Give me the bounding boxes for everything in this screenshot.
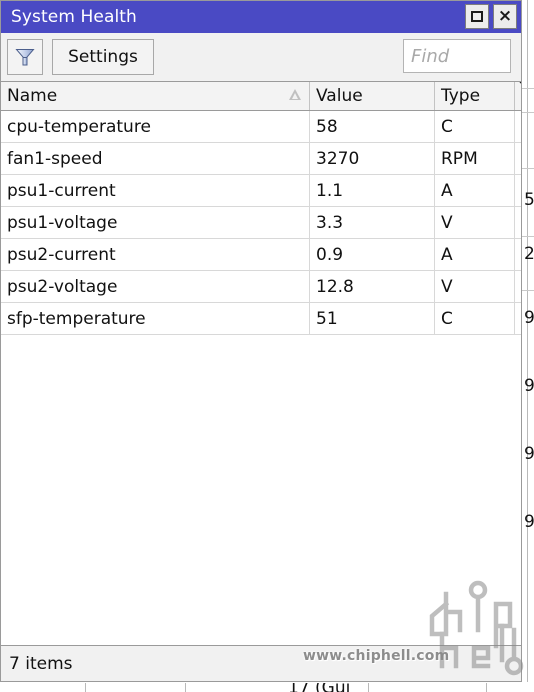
funnel-icon xyxy=(15,49,35,66)
column-header-name-label: Name xyxy=(7,86,58,106)
search-input[interactable] xyxy=(403,39,511,73)
background-fragment: 9 xyxy=(524,376,534,396)
column-menu-button[interactable] xyxy=(514,82,521,111)
table-body: cpu-temperature 58 C fan1-speed 3270 RPM… xyxy=(1,110,521,335)
cell-value: 12.8 xyxy=(309,270,435,303)
table-row[interactable]: psu2-voltage 12.8 V xyxy=(1,270,521,303)
system-health-table: Name Value Type cpu-temperature 58 C fan… xyxy=(1,81,521,646)
background-fragment: 2 xyxy=(524,244,534,264)
window-statusbar: 7 items xyxy=(1,646,521,681)
background-text-fragments: 5 2 9 9 9 9 xyxy=(522,0,534,645)
filter-button[interactable] xyxy=(7,39,43,75)
background-column-divider xyxy=(368,683,369,692)
background-fragment: 9 xyxy=(524,512,534,532)
cell-type: C xyxy=(434,110,515,143)
cell-value: 58 xyxy=(309,110,435,143)
cell-name: cpu-temperature xyxy=(1,110,310,143)
table-row[interactable]: fan1-speed 3270 RPM xyxy=(1,142,521,175)
column-header-value-label: Value xyxy=(316,86,363,106)
table-row[interactable]: sfp-temperature 51 C xyxy=(1,302,521,335)
cell-spacer xyxy=(514,302,521,335)
cell-name: psu1-current xyxy=(1,174,310,207)
cell-spacer xyxy=(514,142,521,175)
cell-name: fan1-speed xyxy=(1,142,310,175)
cell-value: 1.1 xyxy=(309,174,435,207)
background-column-divider xyxy=(486,683,487,692)
table-row[interactable]: cpu-temperature 58 C xyxy=(1,110,521,143)
cell-type: RPM xyxy=(434,142,515,175)
cell-value: 3.3 xyxy=(309,206,435,239)
cell-value: 0.9 xyxy=(309,238,435,271)
window-title: System Health xyxy=(11,7,137,27)
cell-spacer xyxy=(514,206,521,239)
cell-name: psu2-voltage xyxy=(1,270,310,303)
sort-ascending-icon xyxy=(289,89,301,100)
column-header-type[interactable]: Type xyxy=(434,82,515,111)
table-row[interactable]: psu2-current 0.9 A xyxy=(1,238,521,271)
maximize-icon xyxy=(471,11,483,22)
maximize-button[interactable] xyxy=(465,4,489,29)
cell-spacer xyxy=(514,238,521,271)
cell-name: psu2-current xyxy=(1,238,310,271)
background-fragment: 9 xyxy=(524,308,534,328)
cell-spacer xyxy=(514,270,521,303)
background-column-divider xyxy=(185,683,186,692)
cell-type: A xyxy=(434,238,515,271)
settings-button-label: Settings xyxy=(68,47,138,67)
cell-name: psu1-voltage xyxy=(1,206,310,239)
health-grid: Name Value Type cpu-temperature 58 C fan… xyxy=(1,82,521,335)
close-icon: × xyxy=(497,6,513,26)
table-header: Name Value Type xyxy=(1,82,521,111)
background-fragment: 5 xyxy=(524,190,534,210)
cell-value: 3270 xyxy=(309,142,435,175)
chevron-down-icon xyxy=(515,82,521,106)
column-header-type-label: Type xyxy=(441,86,481,106)
background-fragment: 9 xyxy=(524,444,534,464)
background-bottom-strip: 17 (Gui xyxy=(0,683,534,692)
item-count-label: 7 items xyxy=(9,653,73,674)
close-button[interactable]: × xyxy=(493,4,517,29)
cell-type: V xyxy=(434,206,515,239)
window-toolbar: Settings xyxy=(1,33,521,81)
cell-type: C xyxy=(434,302,515,335)
system-health-window: System Health × Settings Find Name Value… xyxy=(0,0,522,682)
cell-spacer xyxy=(514,110,521,143)
cell-type: V xyxy=(434,270,515,303)
cell-spacer xyxy=(514,174,521,207)
background-column-divider xyxy=(85,683,86,692)
cell-value: 51 xyxy=(309,302,435,335)
column-header-value[interactable]: Value xyxy=(309,82,435,111)
cell-type: A xyxy=(434,174,515,207)
table-row[interactable]: psu1-voltage 3.3 V xyxy=(1,206,521,239)
background-bottom-text: 17 (Gui xyxy=(288,683,350,692)
window-controls: × xyxy=(465,4,517,29)
column-header-name[interactable]: Name xyxy=(1,82,310,111)
table-header-row: Name Value Type xyxy=(1,82,521,111)
settings-button[interactable]: Settings xyxy=(52,39,154,75)
cell-name: sfp-temperature xyxy=(1,302,310,335)
window-titlebar[interactable]: System Health × xyxy=(1,1,521,33)
table-row[interactable]: psu1-current 1.1 A xyxy=(1,174,521,207)
